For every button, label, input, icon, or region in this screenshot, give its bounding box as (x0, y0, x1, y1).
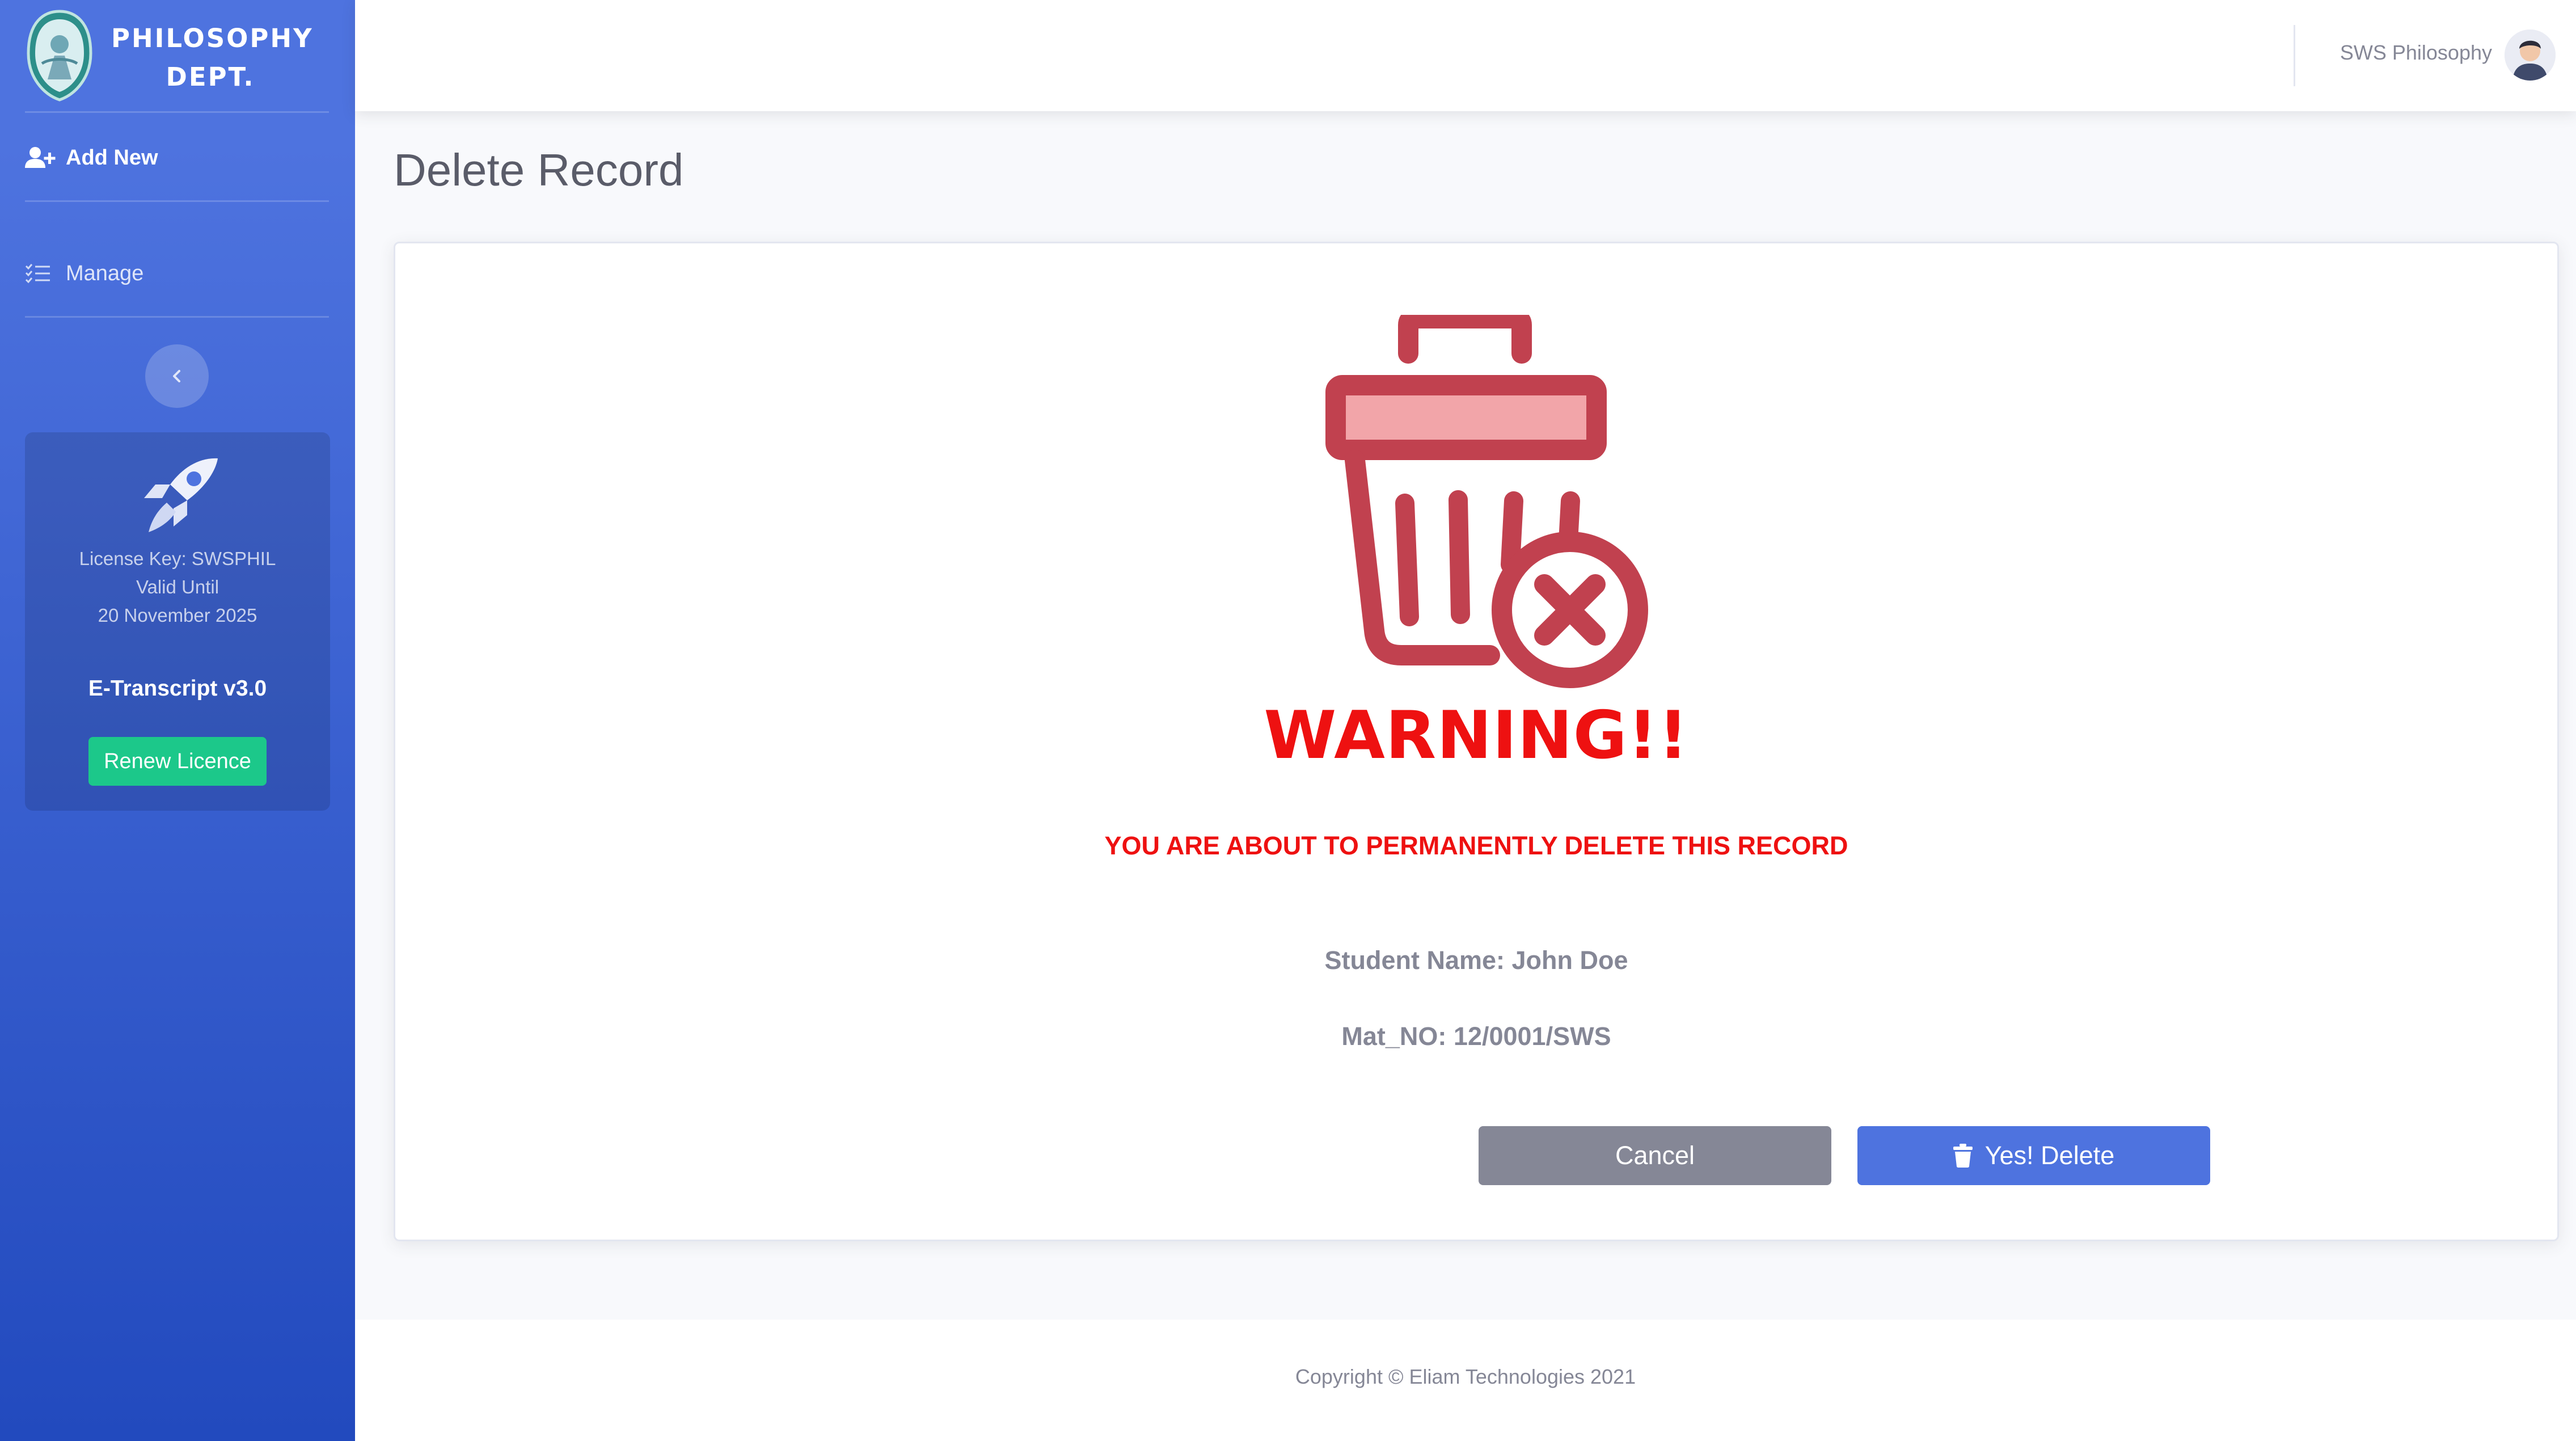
sidebar-divider (25, 200, 329, 202)
avatar-icon (2505, 30, 2556, 81)
user-avatar[interactable] (2505, 30, 2556, 81)
sidebar-toggle-button[interactable] (145, 344, 209, 408)
sidebar-divider (25, 111, 329, 113)
sidebar: PHILOSOPHY DEPT. Add New Manage License … (0, 0, 355, 1441)
topbar: SWS Philosophy (355, 0, 2576, 111)
brand-title: PHILOSOPHY DEPT. (111, 19, 314, 96)
user-name[interactable]: SWS Philosophy (2340, 41, 2492, 65)
delete-confirmation-card: WARNING!! YOU ARE ABOUT TO PERMANENTLY D… (394, 242, 2559, 1241)
renew-licence-button[interactable]: Renew Licence (88, 737, 267, 786)
warning-title: WARNING!! (1264, 697, 1689, 774)
brand-line-1: PHILOSOPHY (111, 23, 314, 53)
page-title: Delete Record (394, 145, 684, 195)
delete-button-label: Yes! Delete (1984, 1141, 2115, 1170)
trash-delete-icon (1325, 315, 1648, 688)
matric-number: Mat_NO: 12/0001/SWS (1341, 1022, 1611, 1051)
list-check-icon (25, 263, 66, 284)
chevron-left-icon (173, 370, 180, 382)
brand-line-2: DEPT. (166, 62, 255, 92)
cancel-button[interactable]: Cancel (1479, 1126, 1831, 1185)
copyright-text: Copyright © Eliam Technologies 2021 (1295, 1365, 1636, 1388)
license-expiry-date: 20 November 2025 (98, 605, 257, 626)
app-version: E-Transcript v3.0 (88, 676, 267, 701)
footer: Copyright © Eliam Technologies 2021 (355, 1320, 2576, 1441)
license-key: License Key: SWSPHIL (79, 548, 276, 569)
sidebar-item-label: Manage (66, 261, 144, 285)
student-name: Student Name: John Doe (1324, 946, 1628, 975)
trash-icon (1953, 1144, 1973, 1168)
rocket-icon (144, 458, 218, 532)
sidebar-item-label: Add New (66, 145, 158, 170)
warning-message: YOU ARE ABOUT TO PERMANENTLY DELETE THIS… (1104, 831, 1848, 860)
confirm-delete-button[interactable]: Yes! Delete (1857, 1126, 2210, 1185)
cancel-button-label: Cancel (1615, 1141, 1695, 1170)
license-card: License Key: SWSPHIL Valid Until 20 Nove… (25, 432, 330, 811)
license-valid-label: Valid Until (136, 576, 219, 597)
user-plus-icon (25, 146, 66, 169)
department-seal-logo (27, 10, 92, 102)
sidebar-item-add-new[interactable]: Add New (25, 132, 331, 183)
sidebar-brand[interactable]: PHILOSOPHY DEPT. (0, 0, 355, 111)
topbar-divider (2294, 25, 2295, 86)
sidebar-divider (25, 316, 329, 318)
sidebar-item-manage[interactable]: Manage (25, 248, 331, 299)
